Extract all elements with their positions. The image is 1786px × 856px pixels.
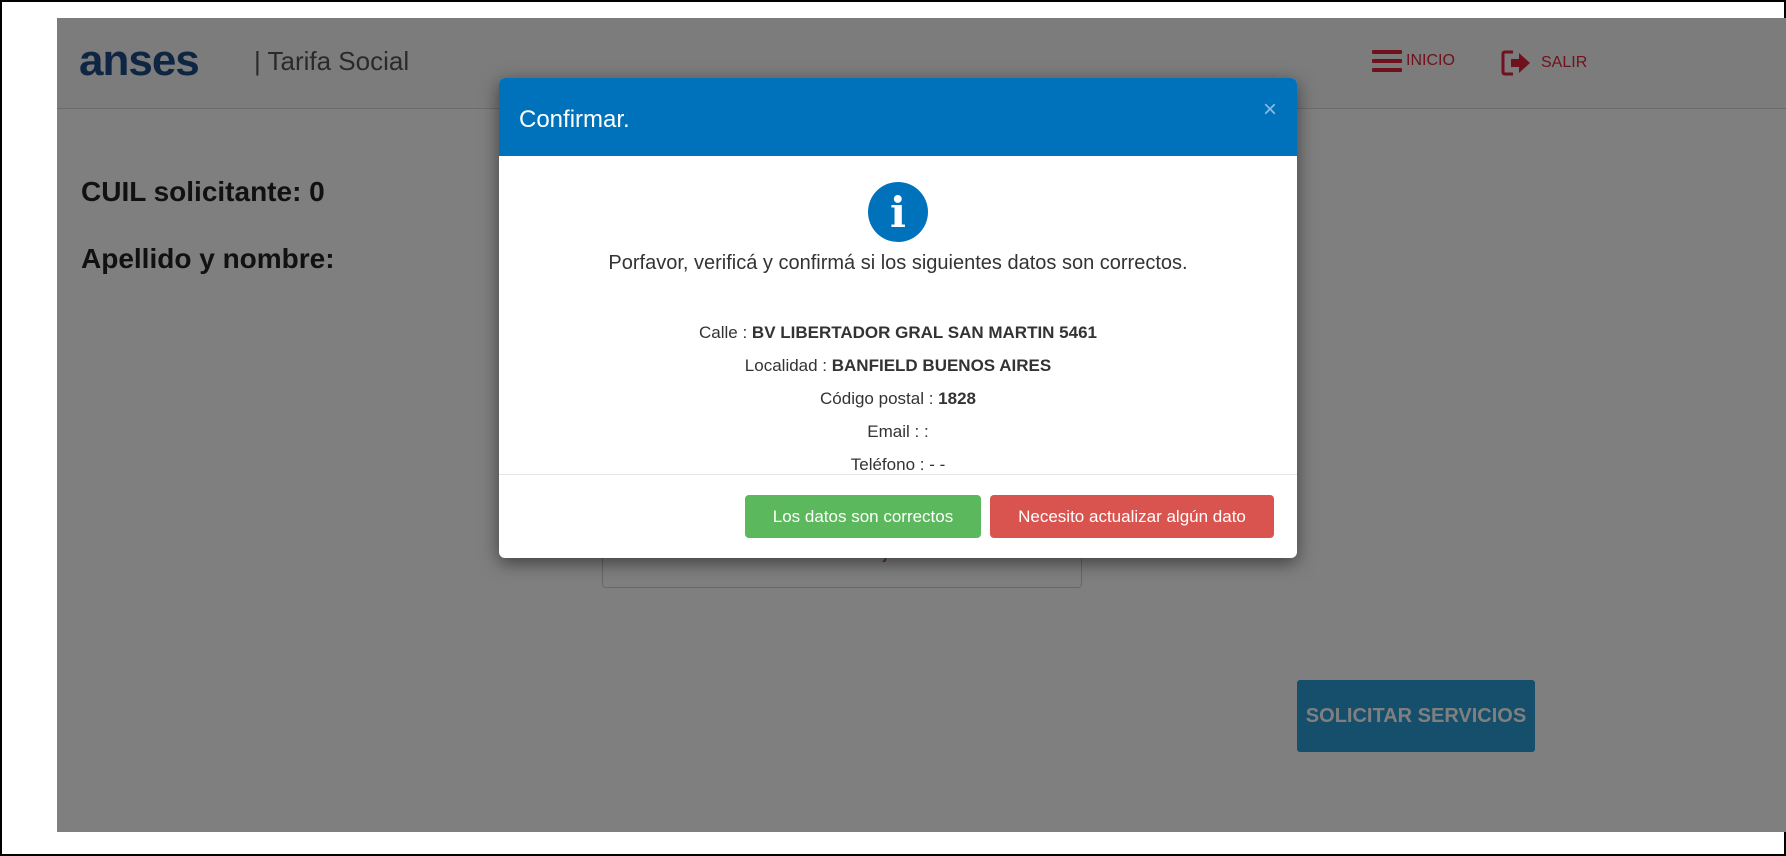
close-icon[interactable]: × [1263,96,1277,124]
row-label: Localidad : [744,356,832,375]
confirm-modal: Confirmar. × i Porfavor, verificá y conf… [499,78,1297,558]
modal-title: Confirmar. [519,106,630,133]
row-label: Teléfono : - - [850,455,946,474]
info-icon: i [868,182,928,242]
row-value: BV LIBERTADOR GRAL SAN MARTIN 5461 [751,323,1097,342]
modal-footer: Los datos son correctos Necesito actuali… [499,475,1297,558]
row-calle: Calle : BV LIBERTADOR GRAL SAN MARTIN 54… [499,316,1297,349]
update-data-button[interactable]: Necesito actualizar algún dato [990,495,1274,538]
modal-header: Confirmar. × [499,78,1297,156]
confirm-correct-button[interactable]: Los datos son correctos [745,495,981,538]
row-label: Calle : [699,323,752,342]
modal-backdrop[interactable]: Confirmar. × i Porfavor, verificá y conf… [57,18,1786,832]
row-email: Email : : [499,415,1297,448]
row-value: BANFIELD BUENOS AIRES [831,356,1052,375]
row-label: Código postal : [820,389,939,408]
row-label: Email : : [867,422,929,441]
row-localidad: Localidad : BANFIELD BUENOS AIRES [499,349,1297,382]
row-value: 1828 [938,389,976,408]
confirm-message: Porfavor, verificá y confirmá si los sig… [608,252,1188,274]
row-codigo-postal: Código postal : 1828 [499,382,1297,415]
modal-body: i Porfavor, verificá y confirmá si los s… [499,156,1297,475]
data-rows: Calle : BV LIBERTADOR GRAL SAN MARTIN 54… [499,316,1297,481]
